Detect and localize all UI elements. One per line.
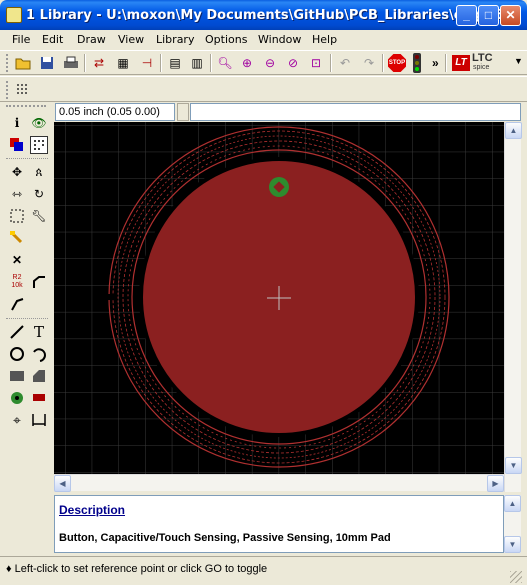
- dimension-icon[interactable]: [30, 411, 48, 429]
- resize-grip[interactable]: [510, 571, 522, 583]
- zoom-select-icon[interactable]: ⊡: [307, 54, 325, 72]
- scroll-up-button[interactable]: ▲: [505, 122, 522, 139]
- name-value-icon[interactable]: R2 10k: [8, 273, 26, 291]
- description-text: Button, Capacitive/Touch Sensing, Passiv…: [59, 532, 391, 544]
- menu-window[interactable]: Window: [258, 33, 301, 46]
- via-icon[interactable]: [8, 389, 26, 407]
- menu-draw[interactable]: Draw: [77, 33, 106, 46]
- rect-icon[interactable]: [8, 367, 26, 385]
- wrench-icon[interactable]: 🔧︎: [30, 207, 48, 225]
- zoom-out-icon[interactable]: ⊖: [261, 54, 279, 72]
- command-toolbar: i 👁︎ ✥ ጰ ⇿ ↻ 🔧︎ ✕ R2 10k T ⌖: [4, 103, 52, 555]
- menu-edit[interactable]: Edit: [42, 33, 63, 46]
- layers-icon[interactable]: [8, 136, 26, 154]
- paint-icon[interactable]: [8, 229, 26, 247]
- split-icon[interactable]: [8, 295, 26, 313]
- ltc-label[interactable]: LTC: [472, 53, 493, 64]
- toolbar-separator: [382, 54, 384, 72]
- cam-icon[interactable]: ▦: [114, 54, 132, 72]
- ltc-logo-icon: LT: [452, 55, 470, 71]
- script-icon[interactable]: ▤: [166, 54, 184, 72]
- window-title: 1 Library - U:\moxon\My Documents\GitHub…: [26, 8, 518, 23]
- minimize-button[interactable]: _: [456, 5, 477, 26]
- ulp-icon[interactable]: ⊣: [138, 54, 156, 72]
- menu-file[interactable]: File: [12, 33, 30, 46]
- line-icon[interactable]: [8, 323, 26, 341]
- toolbar-separator: [445, 54, 447, 72]
- desc-scroll-down-button[interactable]: ▼: [504, 536, 521, 553]
- zoom-fit-icon[interactable]: 🔍︎: [216, 54, 234, 72]
- maximize-button[interactable]: □: [478, 5, 499, 26]
- param-toolbar: [0, 76, 527, 102]
- toolbar-separator: [330, 54, 332, 72]
- menu-help[interactable]: Help: [312, 33, 337, 46]
- go-icon[interactable]: [413, 53, 421, 73]
- description-panel: Description Button, Capacitive/Touch Sen…: [54, 495, 504, 553]
- run-ulp-icon[interactable]: ▥: [188, 54, 206, 72]
- ltc-dropdown-icon[interactable]: ▼: [514, 56, 523, 66]
- stop-icon[interactable]: STOP: [388, 54, 406, 72]
- coord-toggle[interactable]: [177, 103, 189, 121]
- horizontal-scrollbar[interactable]: ◀ ▶: [54, 474, 504, 492]
- sidebar-separator: [6, 158, 48, 159]
- description-scrollbar[interactable]: ▲ ▼: [504, 495, 521, 553]
- print-icon[interactable]: [62, 54, 80, 72]
- redo-icon[interactable]: ↷: [360, 54, 378, 72]
- origin-icon[interactable]: ⌖: [8, 411, 26, 429]
- undo-icon[interactable]: ↶: [336, 54, 354, 72]
- arc-icon[interactable]: [30, 345, 48, 363]
- board-svg[interactable]: [54, 122, 504, 474]
- scroll-right-button[interactable]: ▶: [487, 475, 504, 492]
- menu-bar: File Edit Draw View Library Options Wind…: [4, 30, 523, 50]
- drawing-canvas[interactable]: [54, 122, 504, 474]
- status-bar: ♦ Left-click to set reference point or c…: [0, 556, 527, 585]
- circle-icon[interactable]: [8, 345, 26, 363]
- toolbar-separator: [160, 54, 162, 72]
- toolbar-separator: [84, 54, 86, 72]
- menu-options[interactable]: Options: [205, 33, 247, 46]
- info-icon[interactable]: i: [8, 114, 26, 132]
- toolbar-overflow[interactable]: »: [432, 56, 439, 70]
- board-icon[interactable]: ⇄: [90, 54, 108, 72]
- group-icon[interactable]: ጰ: [30, 163, 48, 181]
- polygon-icon[interactable]: [30, 367, 48, 385]
- ltc-sub-label: spice: [473, 64, 490, 71]
- coordinate-display: 0.05 inch (0.05 0.00): [55, 103, 175, 121]
- toolbar-grip: [6, 54, 9, 72]
- vertical-scrollbar[interactable]: ▲ ▼: [504, 122, 522, 492]
- sidebar-grip: [6, 105, 46, 108]
- command-input[interactable]: [190, 103, 521, 121]
- scroll-left-button[interactable]: ◀: [54, 475, 71, 492]
- menu-library[interactable]: Library: [156, 33, 194, 46]
- sidebar-separator: [6, 318, 48, 319]
- grid-select-icon[interactable]: [30, 136, 48, 154]
- miter-icon[interactable]: [30, 273, 48, 291]
- rotate-icon[interactable]: ↻: [30, 185, 48, 203]
- main-toolbar: ⇄ ▦ ⊣ ▤ ▥ 🔍︎ ⊕ ⊖ ⊘ ⊡ ↶ ↷ STOP » LT LTC s…: [0, 50, 527, 75]
- zoom-redraw-icon[interactable]: ⊘: [284, 54, 302, 72]
- close-button[interactable]: ✕: [500, 5, 521, 26]
- eye-icon[interactable]: 👁︎: [30, 114, 48, 132]
- text-icon[interactable]: T: [30, 323, 48, 341]
- app-icon: [6, 7, 22, 23]
- toolbar-grip: [6, 81, 9, 99]
- zoom-in-icon[interactable]: ⊕: [238, 54, 256, 72]
- open-icon[interactable]: [14, 54, 32, 72]
- mirror-icon[interactable]: ⇿: [8, 185, 26, 203]
- scroll-down-button[interactable]: ▼: [505, 457, 522, 474]
- menu-view[interactable]: View: [118, 33, 144, 46]
- select-box-icon[interactable]: [8, 207, 26, 225]
- description-link[interactable]: Description: [59, 503, 499, 517]
- save-icon[interactable]: [38, 54, 56, 72]
- status-text: ♦ Left-click to set reference point or c…: [6, 563, 268, 575]
- grid-dots-icon[interactable]: [14, 81, 32, 99]
- smd-icon[interactable]: [30, 389, 48, 407]
- ring-gap: [104, 294, 116, 300]
- move-icon[interactable]: ✥: [8, 163, 26, 181]
- delete-icon[interactable]: ✕: [8, 251, 26, 269]
- desc-scroll-up-button[interactable]: ▲: [504, 495, 521, 512]
- toolbar-separator: [210, 54, 212, 72]
